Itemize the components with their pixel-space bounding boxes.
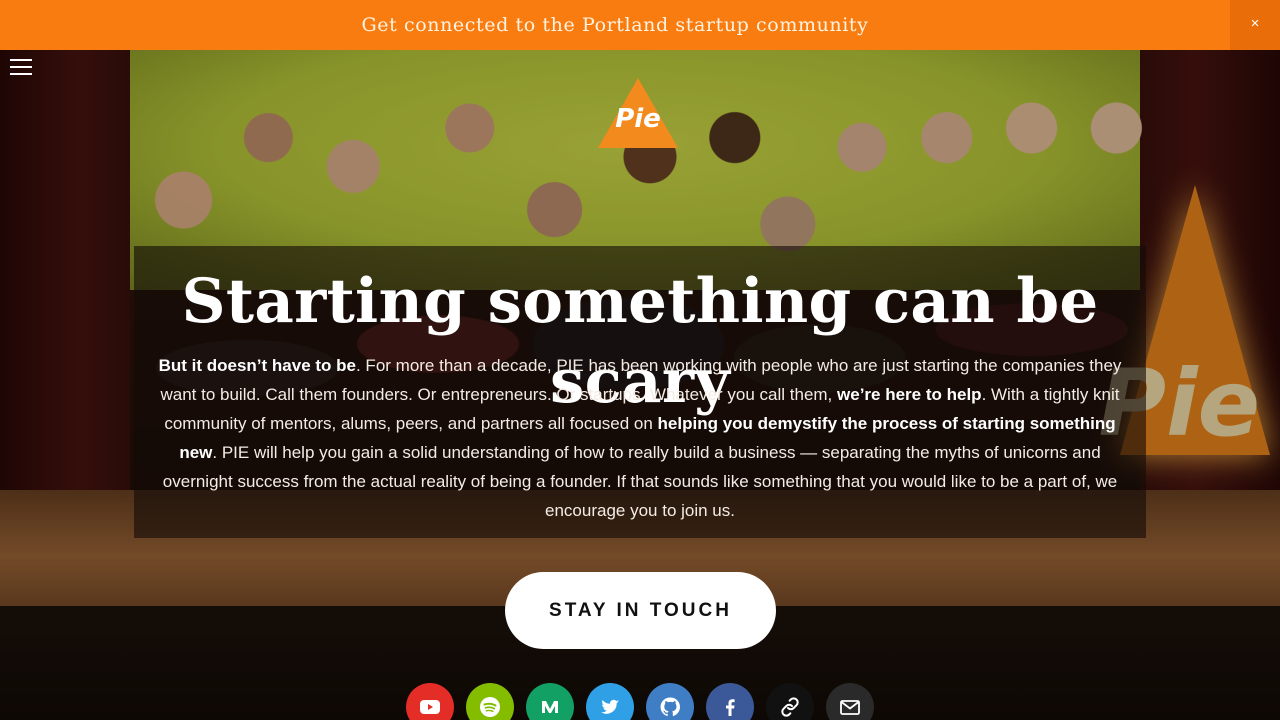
spotify-icon xyxy=(480,697,500,717)
github-icon xyxy=(660,697,680,717)
menu-bar xyxy=(10,73,32,75)
twitter-icon xyxy=(601,699,619,714)
close-icon[interactable]: × xyxy=(1230,0,1280,50)
email-icon xyxy=(840,700,860,715)
hero-description: But it doesn’t have to be. For more than… xyxy=(156,351,1124,525)
youtube-icon xyxy=(420,700,440,714)
body-emphasis: we’re here to help xyxy=(837,385,982,404)
banner-text[interactable]: Get connected to the Portland startup co… xyxy=(0,0,1230,50)
link-icon xyxy=(781,697,799,717)
body-text: . PIE will help you gain a solid underst… xyxy=(162,443,1118,520)
logo-text: Pie xyxy=(615,104,661,134)
body-emphasis: But it doesn’t have to be xyxy=(158,356,356,375)
pie-logo[interactable]: Pie xyxy=(598,78,678,148)
announcement-banner[interactable]: Get connected to the Portland startup co… xyxy=(0,0,1280,50)
facebook-icon xyxy=(726,699,735,716)
menu-bar xyxy=(10,66,32,68)
stay-in-touch-button[interactable]: STAY IN TOUCH xyxy=(505,572,776,649)
menu-icon[interactable] xyxy=(10,58,32,76)
menu-bar xyxy=(10,59,32,61)
medium-icon xyxy=(542,701,558,713)
